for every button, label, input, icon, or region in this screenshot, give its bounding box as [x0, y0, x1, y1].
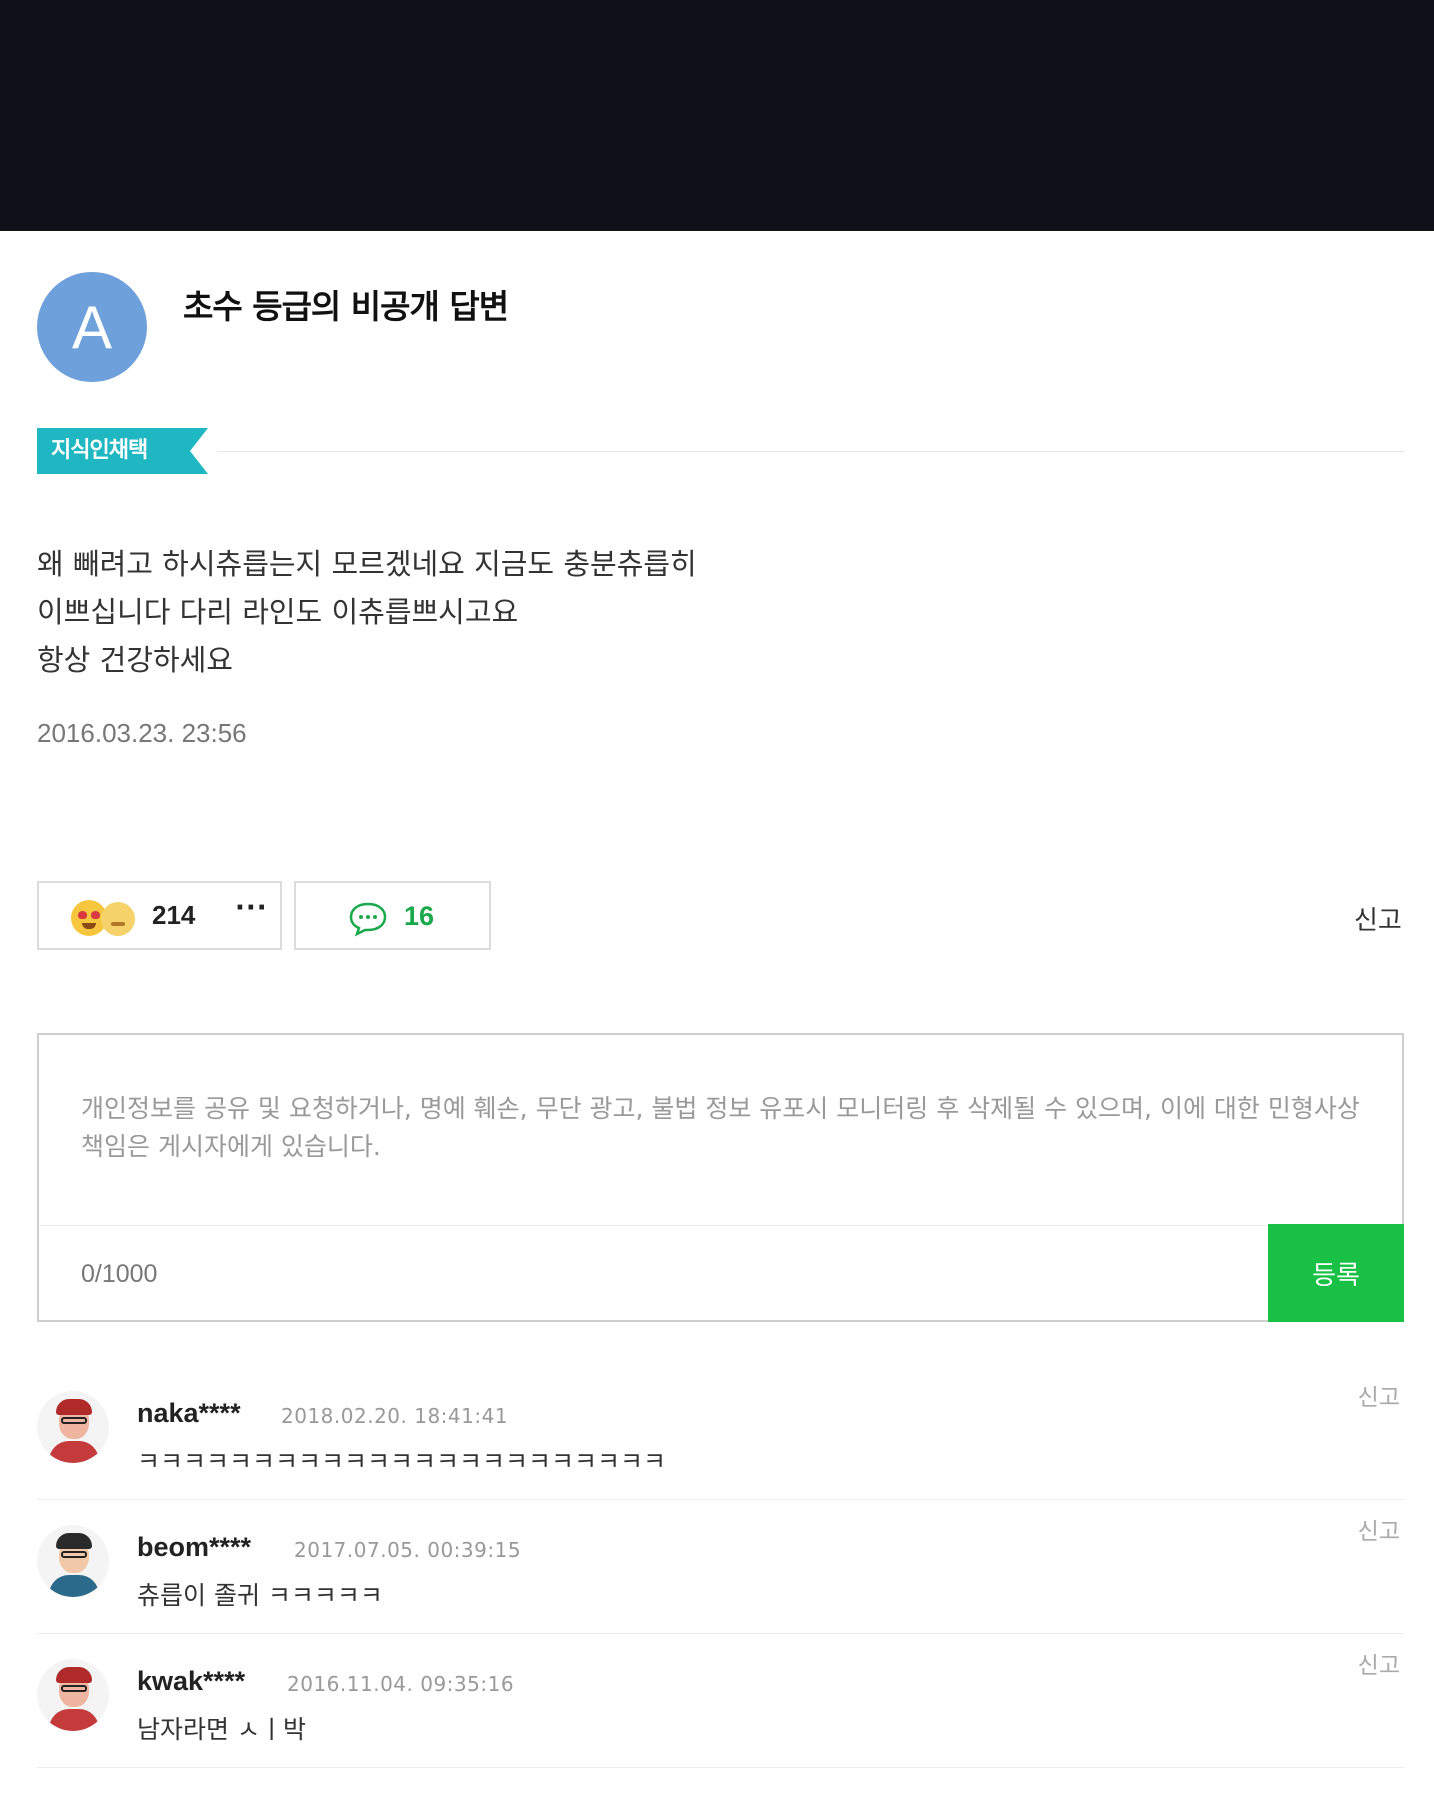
comment-date: 2018.02.20. 18:41:41 — [281, 1404, 509, 1428]
answer-line: 왜 빼려고 하시츄릅는지 모르겠네요 지금도 충분츄릅히 — [37, 547, 697, 581]
divider — [217, 451, 1404, 452]
comment-list: naka**** 2018.02.20. 18:41:41 ㅋㅋㅋㅋㅋㅋㅋㅋㅋㅋ… — [37, 1366, 1404, 1768]
comment-count: 16 — [404, 901, 435, 931]
char-counter: 0/1000 — [81, 1260, 158, 1288]
top-banner — [0, 0, 1434, 231]
comment-report-button[interactable]: 신고 — [1358, 1646, 1400, 1680]
comment-date: 2016.11.04. 09:35:16 — [287, 1672, 515, 1696]
commenter-name[interactable]: naka**** — [137, 1398, 241, 1429]
answer-date: 2016.03.23. 23:56 — [37, 718, 247, 748]
comment-write-box: 0/1000 등록 — [37, 1033, 1404, 1322]
commenter-avatar[interactable] — [37, 1659, 109, 1731]
comment-date: 2017.07.05. 00:39:15 — [294, 1538, 522, 1562]
answer-title: 초수 등급의 비공개 답변 — [183, 287, 509, 326]
commenter-name[interactable]: kwak**** — [137, 1666, 245, 1697]
answer-line: 항상 건강하세요 — [37, 643, 233, 677]
reaction-button[interactable]: 214 ··· — [37, 881, 282, 950]
reaction-count: 214 — [152, 900, 196, 930]
more-options-icon[interactable]: ··· — [235, 893, 268, 923]
commenter-avatar[interactable] — [37, 1525, 109, 1597]
adopted-badge: 지식인채택 — [37, 428, 190, 474]
comment-toggle-button[interactable]: 16 — [294, 881, 491, 950]
answer-body: 왜 빼려고 하시츄릅는지 모르겠네요 지금도 충분츄릅히 이쁘십니다 다리 라인… — [37, 540, 1137, 684]
comment-report-button[interactable]: 신고 — [1358, 1378, 1400, 1412]
commenter-avatar[interactable] — [37, 1391, 109, 1463]
answer-header: A 초수 등급의 비공개 답변 — [37, 272, 1397, 382]
divider — [39, 1225, 1269, 1226]
comment-report-button[interactable]: 신고 — [1358, 1512, 1400, 1546]
commenter-name[interactable]: beom**** — [137, 1532, 251, 1563]
avatar-letter: A — [71, 293, 113, 361]
badge-notch — [190, 428, 208, 474]
report-button[interactable]: 신고 — [1354, 900, 1402, 937]
answer-line: 이쁘십니다 다리 라인도 이츄릅쁘시고요 — [37, 595, 519, 629]
comment-item: beom**** 2017.07.05. 00:39:15 츄릅이 졸귀 ㅋㅋㅋ… — [37, 1500, 1404, 1634]
comment-item: naka**** 2018.02.20. 18:41:41 ㅋㅋㅋㅋㅋㅋㅋㅋㅋㅋ… — [37, 1366, 1404, 1500]
badge-row: 지식인채택 — [37, 428, 1404, 476]
comment-text: ㅋㅋㅋㅋㅋㅋㅋㅋㅋㅋㅋㅋㅋㅋㅋㅋㅋㅋㅋㅋㅋㅋㅋ — [137, 1447, 667, 1476]
answerer-avatar[interactable]: A — [37, 272, 147, 382]
comment-text: 남자라면 ㅅㅣ박 — [137, 1715, 306, 1744]
comment-input[interactable] — [81, 1090, 1371, 1210]
submit-comment-button[interactable]: 등록 — [1268, 1224, 1404, 1322]
reaction-emoji-icon — [71, 900, 141, 936]
comment-text: 츄릅이 졸귀 ㅋㅋㅋㅋㅋ — [137, 1581, 383, 1610]
speech-bubble-icon — [349, 902, 387, 937]
comment-item: kwak**** 2016.11.04. 09:35:16 남자라면 ㅅㅣ박 신… — [37, 1634, 1404, 1768]
